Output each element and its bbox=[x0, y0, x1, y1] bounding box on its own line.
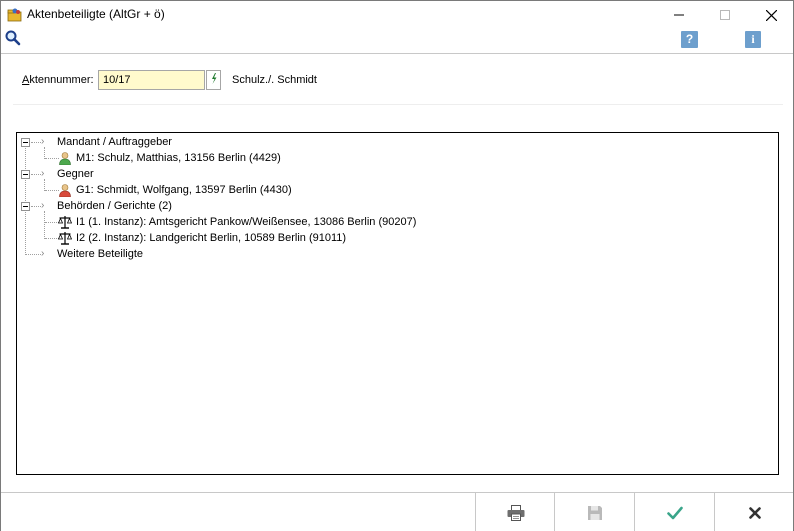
tree-connector bbox=[45, 238, 59, 239]
tree-connector bbox=[45, 222, 59, 223]
chevron-right-icon: › bbox=[41, 200, 45, 211]
ok-button[interactable] bbox=[634, 493, 714, 531]
help-icon[interactable]: ? bbox=[681, 31, 698, 48]
window-title: Aktenbeteiligte (AltGr + ö) bbox=[27, 7, 165, 21]
court-scales-icon bbox=[58, 216, 72, 229]
aktennummer-lookup-button[interactable] bbox=[206, 70, 221, 90]
tree-item-i1[interactable]: I1 (1. Instanz): Amtsgericht Pankow/Weiß… bbox=[76, 214, 416, 230]
dialog-window: Aktenbeteiligte (AltGr + ö) ? i Aktennum… bbox=[0, 0, 794, 531]
akte-name: Schulz./. Schmidt bbox=[232, 74, 317, 86]
app-icon bbox=[7, 8, 22, 22]
tree-connector bbox=[31, 174, 41, 175]
chevron-right-icon: › bbox=[41, 248, 45, 259]
tree-group-mandant[interactable]: Mandant / Auftraggeber bbox=[57, 134, 172, 150]
info-icon-label: i bbox=[751, 32, 755, 46]
toolbar: ? i bbox=[1, 29, 793, 53]
save-button[interactable] bbox=[554, 493, 634, 531]
print-button[interactable] bbox=[475, 493, 555, 531]
tree-connector bbox=[45, 190, 59, 191]
checkmark-icon bbox=[666, 506, 683, 519]
tree-group-weitere[interactable]: Weitere Beteiligte bbox=[57, 246, 143, 262]
tree-root-line bbox=[25, 143, 26, 255]
cancel-button[interactable] bbox=[714, 493, 794, 531]
aktennummer-label: Aktennummer: bbox=[22, 74, 94, 86]
tree-connector bbox=[31, 206, 41, 207]
tree-branch-line bbox=[44, 211, 45, 239]
help-icon-label: ? bbox=[685, 32, 694, 46]
tree-connector bbox=[26, 254, 41, 255]
cross-icon bbox=[748, 506, 761, 519]
search-icon[interactable] bbox=[4, 29, 22, 47]
court-scales-icon bbox=[58, 232, 72, 245]
chevron-right-icon: › bbox=[41, 168, 45, 179]
save-icon bbox=[587, 505, 602, 520]
maximize-icon bbox=[720, 10, 730, 20]
tree-expander-mandant[interactable] bbox=[21, 138, 30, 147]
minimize-icon bbox=[674, 14, 684, 16]
tree-group-behoerden[interactable]: Behörden / Gerichte (2) bbox=[57, 198, 172, 214]
tree-expander-gegner[interactable] bbox=[21, 170, 30, 179]
tree-expander-behoerden[interactable] bbox=[21, 202, 30, 211]
maximize-button[interactable] bbox=[702, 1, 748, 29]
toolbar-separator bbox=[1, 53, 793, 54]
person-red-icon bbox=[59, 184, 71, 197]
lookup-arrow-icon bbox=[212, 73, 217, 84]
info-icon[interactable]: i bbox=[745, 31, 761, 48]
beteiligte-tree[interactable]: › Mandant / Auftraggeber M1: Schulz, Mat… bbox=[16, 132, 779, 475]
tree-item-g1[interactable]: G1: Schmidt, Wolfgang, 13597 Berlin (443… bbox=[76, 182, 292, 198]
title-bar: Aktenbeteiligte (AltGr + ö) bbox=[1, 1, 793, 29]
close-icon bbox=[765, 9, 777, 21]
aktennummer-label-rest: ktennummer: bbox=[29, 74, 94, 86]
person-green-icon bbox=[59, 152, 71, 165]
minimize-button[interactable] bbox=[656, 1, 702, 29]
aktennummer-input[interactable]: 10/17 bbox=[98, 70, 205, 90]
tree-item-m1[interactable]: M1: Schulz, Matthias, 13156 Berlin (4429… bbox=[76, 150, 281, 166]
tree-connector bbox=[31, 142, 41, 143]
printer-icon bbox=[507, 504, 524, 521]
close-button[interactable] bbox=[748, 1, 794, 29]
tree-connector bbox=[45, 158, 59, 159]
chevron-right-icon: › bbox=[41, 136, 45, 147]
bottom-button-bar bbox=[1, 492, 793, 531]
tree-group-gegner[interactable]: Gegner bbox=[57, 166, 94, 182]
section-separator bbox=[13, 104, 783, 105]
tree-item-i2[interactable]: I2 (2. Instanz): Landgericht Berlin, 105… bbox=[76, 230, 346, 246]
